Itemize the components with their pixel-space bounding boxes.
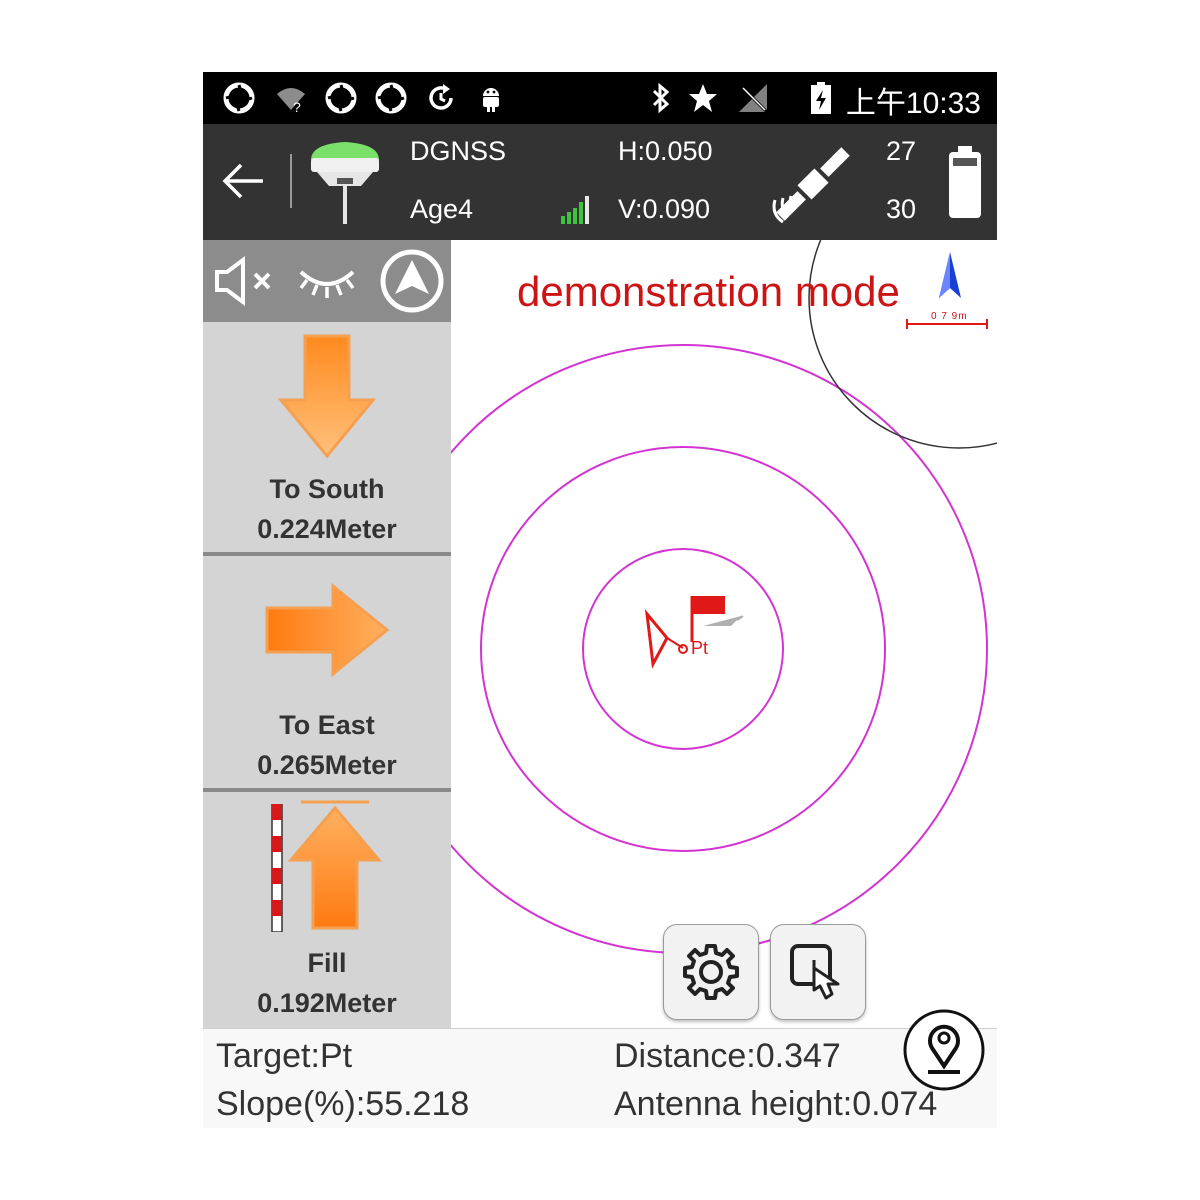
aperture-icon [223,82,255,114]
status-bar: ? 上午10:33 [203,72,997,124]
point-label: Pt [691,638,709,658]
survey-pole-icon [271,804,283,932]
correction-age: Age4 [410,194,474,224]
east-guidance: To East 0.265Meter [203,556,451,788]
position-marker [644,609,669,669]
arrow-right-icon [265,582,390,678]
stakeout-guidance-panel: To South 0.224Meter To East 0.265Meter F… [203,240,451,1028]
map-canvas: · [451,240,997,954]
east-label: To East [279,710,375,740]
mute-icon[interactable] [213,256,275,306]
distance-value: Distance:0.347 [614,1037,841,1075]
fill-guidance: Fill 0.192Meter [203,792,451,1028]
signal-bars-icon [561,196,589,224]
wifi-unknown-icon: ? [277,88,305,114]
solution-status: DGNSS [410,136,507,166]
slope-value: Slope(%):55.218 [216,1085,470,1123]
demonstration-mode-label: demonstration mode [517,268,900,315]
svg-text:?: ? [293,99,301,114]
gnss-receiver-icon[interactable] [307,138,383,226]
south-guidance: To South 0.224Meter [203,322,451,552]
scale-label: 0 7 9m [931,311,968,322]
eye-closed-icon[interactable] [297,260,357,300]
south-label: To South [269,474,385,504]
antenna-height-value: Antenna height:0.074 [614,1085,938,1123]
arrow-up-icon [287,800,383,930]
bluetooth-icon [652,82,670,114]
south-value: 0.224Meter [257,514,397,544]
battery-icon [949,146,981,218]
no-signal-icon [739,84,769,114]
navigation-icon[interactable] [379,248,445,314]
satellites-visible: 30 [886,194,917,224]
fill-value: 0.192Meter [257,988,397,1018]
settings-button[interactable] [663,924,759,1020]
divider [290,154,292,208]
target-name: Target:Pt [216,1037,353,1075]
fill-label: Fill [307,948,347,978]
status-clock: 上午10:33 [845,87,981,120]
hand-touch-icon [790,944,840,1000]
ring-inner [582,548,784,750]
phone-screen: ? 上午10:33 DGNSS Age4 H:0.050 V:0.090 27 … [203,72,997,1128]
back-arrow-icon[interactable] [221,162,265,200]
ring-middle [480,446,886,852]
android-icon [483,88,499,112]
map-view[interactable]: · demonstration mode 0 7 9m Pt [451,240,997,1028]
star-icon [689,84,717,112]
horizontal-precision: H:0.050 [618,136,713,166]
gnss-status-bar: DGNSS Age4 H:0.050 V:0.090 27 30 [203,124,997,240]
aperture-icon [375,82,407,114]
ring-outer [451,344,988,954]
satellites-used: 27 [886,136,917,166]
tool-row [203,240,451,322]
stakeout-point-button[interactable] [902,1008,986,1092]
gear-icon [683,944,739,1000]
stakeout-info-bar: Target:Pt Slope(%):55.218 Distance:0.347… [203,1028,997,1128]
east-value: 0.265Meter [257,750,397,780]
satellite-icon[interactable] [763,134,863,234]
aperture-icon [325,82,357,114]
touch-mode-button[interactable] [770,924,866,1020]
sync-icon [429,84,453,110]
vertical-precision: V:0.090 [618,194,711,224]
battery-charging-icon [811,82,831,114]
arrow-down-icon [277,334,377,459]
